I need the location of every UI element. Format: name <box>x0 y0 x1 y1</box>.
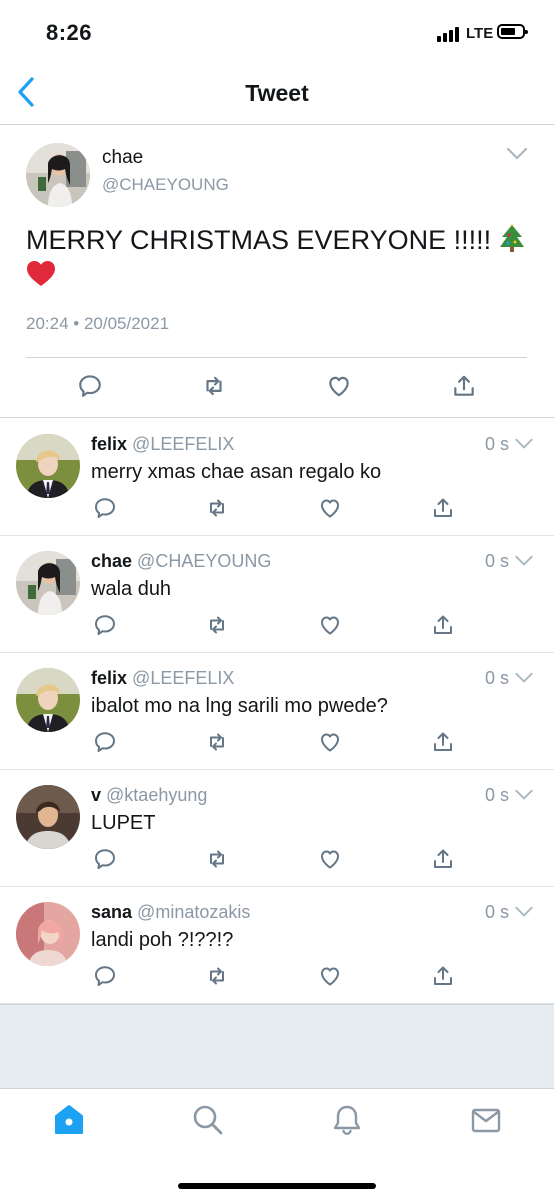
avatar[interactable] <box>16 902 80 966</box>
retweet-icon[interactable] <box>205 496 229 520</box>
author-name[interactable]: chae <box>102 147 143 169</box>
battery-icon <box>497 24 528 39</box>
reply-author-name[interactable]: sana <box>91 902 132 922</box>
retweet-icon[interactable] <box>205 847 229 871</box>
reply-tweet[interactable]: v @ktaehyung 0 s LUPET <box>0 769 554 887</box>
notifications-icon[interactable] <box>330 1103 364 1137</box>
chevron-down-icon[interactable] <box>506 147 528 161</box>
like-icon[interactable] <box>318 730 342 754</box>
reply-author-handle[interactable]: @LEEFELIX <box>132 668 234 688</box>
tweet-text: MERRY CHRISTMAS EVERYONE !!!!! <box>26 223 526 290</box>
reply-time: 0 s <box>485 902 510 922</box>
tweet-timestamp: 20:24 • 20/05/2021 <box>26 314 170 333</box>
empty-area <box>0 1004 554 1089</box>
reply-time: 0 s <box>485 668 510 688</box>
share-icon[interactable] <box>431 847 455 871</box>
nav-bar: Tweet <box>0 62 554 125</box>
home-icon[interactable] <box>52 1103 86 1137</box>
reply-icon[interactable] <box>93 613 117 637</box>
chevron-down-icon[interactable] <box>514 555 534 567</box>
red-heart-icon <box>27 261 55 286</box>
status-bar: 8:26 LTE <box>0 0 554 62</box>
chevron-down-icon[interactable] <box>514 438 534 450</box>
reply-author-name[interactable]: felix <box>91 434 127 454</box>
signal-icon <box>437 26 461 42</box>
divider <box>26 357 527 358</box>
tweet-text-body: MERRY CHRISTMAS EVERYONE !!!!! <box>26 225 492 255</box>
reply-icon[interactable] <box>93 964 117 988</box>
home-indicator <box>178 1183 376 1189</box>
reply-text: landi poh ?!??!? <box>91 929 234 951</box>
reply-icon[interactable] <box>93 496 117 520</box>
chevron-down-icon[interactable] <box>514 672 534 684</box>
like-icon[interactable] <box>326 373 352 399</box>
main-tweet: chae @CHAEYOUNG MERRY CHRISTMAS EVERYONE… <box>0 125 554 418</box>
reply-tweet[interactable]: chae @CHAEYOUNG 0 s wala duh <box>0 535 554 653</box>
retweet-icon[interactable] <box>205 730 229 754</box>
messages-icon[interactable] <box>469 1103 503 1137</box>
share-icon[interactable] <box>431 730 455 754</box>
network-label: LTE <box>466 25 494 42</box>
share-icon[interactable] <box>451 373 477 399</box>
author-handle[interactable]: @CHAEYOUNG <box>102 175 229 195</box>
reply-tweet[interactable]: felix @LEEFELIX 0 s ibalot mo na lng sar… <box>0 652 554 770</box>
reply-text: wala duh <box>91 578 172 600</box>
avatar[interactable] <box>16 551 80 615</box>
reply-tweet[interactable]: felix @LEEFELIX 0 s merry xmas chae asan… <box>0 418 554 536</box>
reply-text: merry xmas chae asan regalo ko <box>91 461 382 483</box>
retweet-icon[interactable] <box>201 373 227 399</box>
reply-time: 0 s <box>485 785 510 805</box>
reply-author-name[interactable]: felix <box>91 668 127 688</box>
search-icon[interactable] <box>191 1103 225 1137</box>
like-icon[interactable] <box>318 964 342 988</box>
reply-author-handle[interactable]: @CHAEYOUNG <box>137 551 271 571</box>
reply-author-handle[interactable]: @ktaehyung <box>106 785 207 805</box>
christmas-tree-icon <box>499 223 524 252</box>
avatar[interactable] <box>16 668 80 732</box>
reply-icon[interactable] <box>77 373 103 399</box>
reply-time: 0 s <box>485 551 510 571</box>
retweet-icon[interactable] <box>205 964 229 988</box>
share-icon[interactable] <box>431 964 455 988</box>
reply-icon[interactable] <box>93 847 117 871</box>
status-time: 8:26 <box>46 20 93 45</box>
share-icon[interactable] <box>431 496 455 520</box>
chevron-down-icon[interactable] <box>514 906 534 918</box>
like-icon[interactable] <box>318 847 342 871</box>
reply-author-handle[interactable]: @minatozakis <box>137 902 250 922</box>
chevron-down-icon[interactable] <box>514 789 534 801</box>
reply-author-name[interactable]: v <box>91 785 101 805</box>
reply-tweet[interactable]: sana @minatozakis 0 s landi poh ?!??!? <box>0 886 554 1004</box>
avatar[interactable] <box>16 434 80 498</box>
reply-text: LUPET <box>91 812 156 834</box>
like-icon[interactable] <box>318 496 342 520</box>
reply-text: ibalot mo na lng sarili mo pwede? <box>91 695 388 717</box>
reply-author-name[interactable]: chae <box>91 551 132 571</box>
like-icon[interactable] <box>318 613 342 637</box>
retweet-icon[interactable] <box>205 613 229 637</box>
reply-time: 0 s <box>485 434 510 454</box>
reply-author-handle[interactable]: @LEEFELIX <box>132 434 234 454</box>
page-title: Tweet <box>245 80 309 106</box>
reply-icon[interactable] <box>93 730 117 754</box>
avatar[interactable] <box>16 785 80 849</box>
share-icon[interactable] <box>431 613 455 637</box>
avatar[interactable] <box>26 143 90 207</box>
